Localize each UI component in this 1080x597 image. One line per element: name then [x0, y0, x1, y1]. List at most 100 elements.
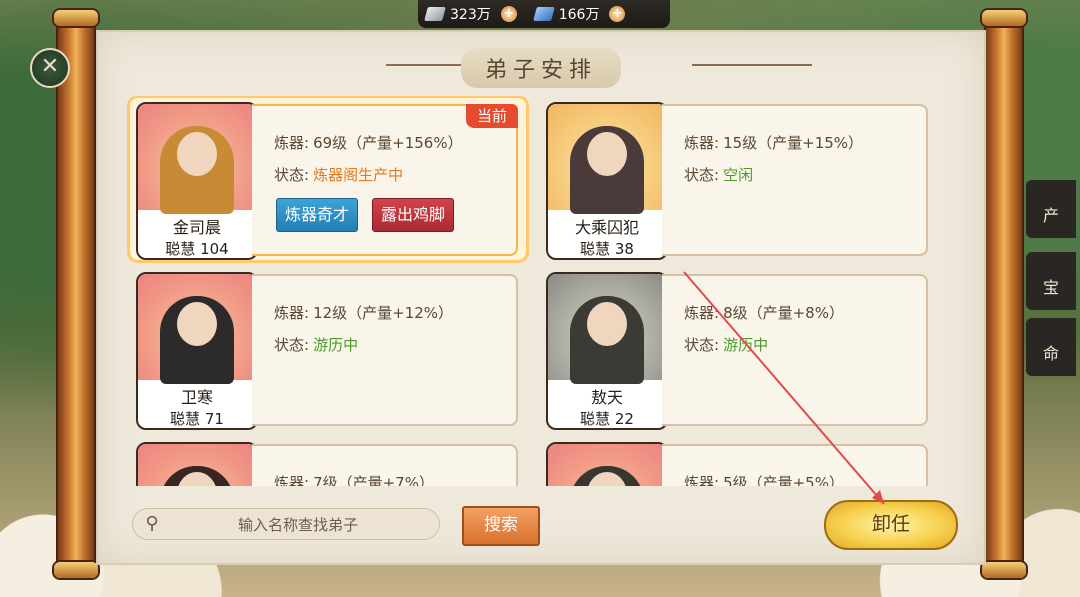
disciple-name: 金司晨 [172, 218, 221, 237]
stat-label: 炼器: [684, 304, 720, 322]
stat-row: 炼器: 7级（产量+7%） [274, 472, 434, 486]
status-value: 空闲 [723, 166, 754, 184]
add-crystal-button[interactable]: + [609, 6, 626, 22]
status-row: 状态: 游历中 [684, 334, 768, 355]
disciple-card[interactable]: 金司晨 聪慧 104 炼器: 69级（产量+156%） 状态: 炼器阁生产中 炼器奇… [130, 98, 526, 260]
search-field[interactable]: ⚲ [132, 508, 440, 540]
disciple-card[interactable]: 炼器: 5级（产量+5%） [540, 438, 936, 486]
disciple-info: 炼器: 12级（产量+12%） 状态: 游历中 [252, 274, 518, 426]
disciple-card[interactable]: 炼器: 7级（产量+7%） [130, 438, 526, 486]
status-label: 状态: [274, 166, 310, 184]
disciple-arrangement-panel: 弟子安排 金司晨 聪慧 104 炼器: 69级（产量+156%） 状态: 炼器阁生产… [96, 30, 986, 565]
wisdom-value: 104 [200, 240, 229, 258]
close-icon: ✕ [40, 54, 60, 79]
resource-crystal-value: 166万 [558, 7, 600, 23]
disciple-name: 敖天 [590, 388, 623, 407]
wisdom-value: 38 [614, 240, 634, 258]
current-badge: 当前 [466, 104, 518, 128]
character-figure [160, 466, 234, 486]
disciple-name: 卫寒 [180, 388, 213, 407]
unequip-button[interactable]: 卸任 [824, 500, 958, 550]
status-row: 状态: 游历中 [274, 334, 358, 355]
stat-value: 15级（产量+15%） [723, 134, 864, 152]
search-button[interactable]: 搜索 [462, 506, 540, 546]
disciple-portrait: 大乘囚犯 聪慧 38 [546, 102, 668, 260]
scroll-roller-left [54, 10, 98, 578]
trait-tag[interactable]: 露出鸡脚 [372, 198, 455, 232]
disciple-art [138, 104, 256, 214]
resource-silver: 323万 [418, 0, 491, 28]
disciple-card[interactable]: 卫寒 聪慧 71 炼器: 12级（产量+12%） 状态: 游历中 [130, 268, 526, 430]
disciple-info: 炼器: 15级（产量+15%） 状态: 空闲 [662, 104, 928, 256]
resource-bar: 323万 + 166万 + [418, 0, 670, 28]
disciple-info: 炼器: 5级（产量+5%） [662, 444, 928, 486]
wisdom-value: 22 [614, 410, 634, 428]
blue-crystal-icon [532, 7, 555, 21]
status-row: 状态: 炼器阁生产中 [274, 164, 403, 185]
status-label: 状态: [684, 336, 720, 354]
side-tab-production-label: 产 [1042, 206, 1059, 225]
status-value: 游历中 [723, 336, 769, 354]
panel-title: 弟子安排 [460, 48, 621, 88]
disciple-info: 炼器: 7级（产量+7%） [252, 444, 518, 486]
wisdom-value: 71 [204, 410, 224, 428]
stat-label: 炼器: [274, 474, 310, 486]
wisdom-label: 聪慧 [580, 240, 611, 258]
side-tab-fate-label: 命 [1042, 344, 1059, 363]
disciple-info: 炼器: 8级（产量+8%） 状态: 游历中 [662, 274, 928, 426]
status-value: 游历中 [313, 336, 359, 354]
silver-ingot-icon [424, 7, 446, 21]
stat-value: 7级（产量+7%） [313, 474, 434, 486]
stat-row: 炼器: 12级（产量+12%） [274, 302, 453, 323]
stat-label: 炼器: [274, 134, 310, 152]
disciple-portrait [546, 442, 668, 486]
wisdom-label: 聪慧 [580, 410, 611, 428]
disciple-wisdom: 聪慧 22 [548, 408, 666, 428]
stat-value: 12级（产量+12%） [313, 304, 454, 322]
disciple-art [548, 274, 666, 384]
disciple-info: 炼器: 69级（产量+156%） 状态: 炼器阁生产中 炼器奇才 露出鸡脚 当前 [252, 104, 518, 256]
disciple-portrait: 金司晨 聪慧 104 [136, 102, 258, 260]
disciple-wisdom: 聪慧 104 [138, 238, 256, 258]
close-button[interactable]: ✕ [30, 48, 70, 88]
disciple-art [138, 274, 256, 384]
disciple-name: 大乘囚犯 [574, 218, 639, 237]
character-figure [570, 296, 644, 384]
stat-row: 炼器: 15级（产量+15%） [684, 132, 863, 153]
disciple-portrait: 敖天 聪慧 22 [546, 272, 668, 430]
character-figure [160, 126, 234, 214]
disciple-card[interactable]: 敖天 聪慧 22 炼器: 8级（产量+8%） 状态: 游历中 [540, 268, 936, 430]
stat-row: 炼器: 8级（产量+8%） [684, 302, 844, 323]
disciple-card[interactable]: 大乘囚犯 聪慧 38 炼器: 15级（产量+15%） 状态: 空闲 [540, 98, 936, 260]
disciple-wisdom: 聪慧 38 [548, 238, 666, 258]
character-figure [570, 126, 644, 214]
wisdom-label: 聪慧 [170, 410, 201, 428]
side-tab-production[interactable]: 产 [1026, 180, 1076, 238]
scroll-roller-right [982, 10, 1026, 578]
add-silver-button[interactable]: + [500, 6, 517, 22]
wisdom-label: 聪慧 [165, 240, 196, 258]
disciple-art [548, 104, 666, 214]
stat-label: 炼器: [684, 134, 720, 152]
character-figure [160, 296, 234, 384]
disciple-art [548, 444, 666, 486]
disciple-list[interactable]: 金司晨 聪慧 104 炼器: 69级（产量+156%） 状态: 炼器阁生产中 炼器奇… [126, 96, 946, 486]
side-tab-treasure-label: 宝 [1042, 278, 1059, 297]
disciple-portrait [136, 442, 258, 486]
status-value: 炼器阁生产中 [313, 166, 404, 184]
search-input[interactable] [169, 511, 427, 539]
search-icon: ⚲ [145, 513, 159, 534]
disciple-portrait: 卫寒 聪慧 71 [136, 272, 258, 430]
side-tab-treasure[interactable]: 宝 [1026, 252, 1076, 310]
trait-tag[interactable]: 炼器奇才 [276, 198, 359, 232]
stat-value: 8级（产量+8%） [723, 304, 844, 322]
stat-label: 炼器: [274, 304, 310, 322]
disciple-art [138, 444, 256, 486]
character-figure [570, 466, 644, 486]
side-tab-fate[interactable]: 命 [1026, 318, 1076, 376]
resource-silver-value: 323万 [450, 7, 491, 23]
stat-value: 69级（产量+156%） [313, 134, 463, 152]
status-row: 状态: 空闲 [684, 164, 753, 185]
status-label: 状态: [684, 166, 720, 184]
stat-value: 5级（产量+5%） [723, 474, 844, 486]
